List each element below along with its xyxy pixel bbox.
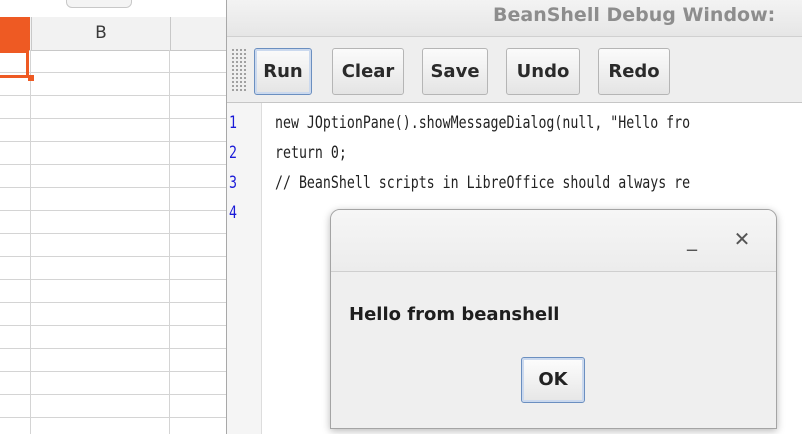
save-button[interactable]: Save: [422, 48, 488, 95]
run-button[interactable]: Run: [254, 48, 312, 95]
grid-row[interactable]: [0, 96, 226, 119]
line-number: 1: [229, 113, 237, 133]
window-title: BeanShell Debug Window:: [493, 4, 776, 26]
sheet-top-tab[interactable]: [66, 0, 132, 8]
redo-button[interactable]: Redo: [598, 48, 670, 95]
grid-row[interactable]: [0, 418, 226, 434]
grid-row[interactable]: [0, 257, 226, 280]
grid-row[interactable]: [0, 211, 226, 234]
code-line[interactable]: // BeanShell scripts in LibreOffice shou…: [275, 173, 690, 193]
column-a-header[interactable]: [0, 17, 30, 50]
toolbar: Run Clear Save Undo Redo: [227, 37, 802, 101]
minimize-icon[interactable]: _: [679, 224, 705, 254]
grid-row[interactable]: [0, 349, 226, 372]
column-header-row: B: [0, 17, 226, 51]
grid-row[interactable]: [0, 234, 226, 257]
screen: B BeanShell Debug Window: Run Clear Save…: [0, 0, 802, 434]
line-number: 4: [229, 203, 237, 223]
grid-row[interactable]: [0, 119, 226, 142]
message-dialog: _ ✕ Hello from beanshell OK: [330, 209, 777, 429]
grid-row[interactable]: [0, 50, 226, 73]
ok-button[interactable]: OK: [521, 357, 585, 403]
toolbar-grip-handle[interactable]: [231, 48, 247, 93]
grid-row[interactable]: [0, 188, 226, 211]
grid-row[interactable]: [0, 395, 226, 418]
selected-cell[interactable]: [0, 50, 29, 78]
window-titlebar[interactable]: BeanShell Debug Window:: [227, 0, 802, 37]
code-line[interactable]: new JOptionPane().showMessageDialog(null…: [275, 113, 690, 133]
undo-button[interactable]: Undo: [506, 48, 580, 95]
grid-row[interactable]: [0, 165, 226, 188]
dialog-titlebar[interactable]: _ ✕: [331, 210, 776, 272]
line-number: 2: [229, 143, 237, 163]
line-number: 3: [229, 173, 237, 193]
fill-handle[interactable]: [28, 75, 34, 81]
clear-button[interactable]: Clear: [332, 48, 404, 95]
grid-row[interactable]: [0, 372, 226, 395]
spreadsheet: B: [0, 0, 226, 434]
grid-row[interactable]: [0, 303, 226, 326]
column-b-header[interactable]: B: [31, 17, 171, 50]
close-icon[interactable]: ✕: [729, 224, 755, 254]
grid-row[interactable]: [0, 280, 226, 303]
grid-row[interactable]: [0, 142, 226, 165]
grid-row[interactable]: [0, 326, 226, 349]
code-line[interactable]: return 0;: [275, 143, 347, 163]
line-number-gutter: 1 2 3 4: [227, 103, 262, 434]
dialog-message: Hello from beanshell: [349, 304, 560, 325]
